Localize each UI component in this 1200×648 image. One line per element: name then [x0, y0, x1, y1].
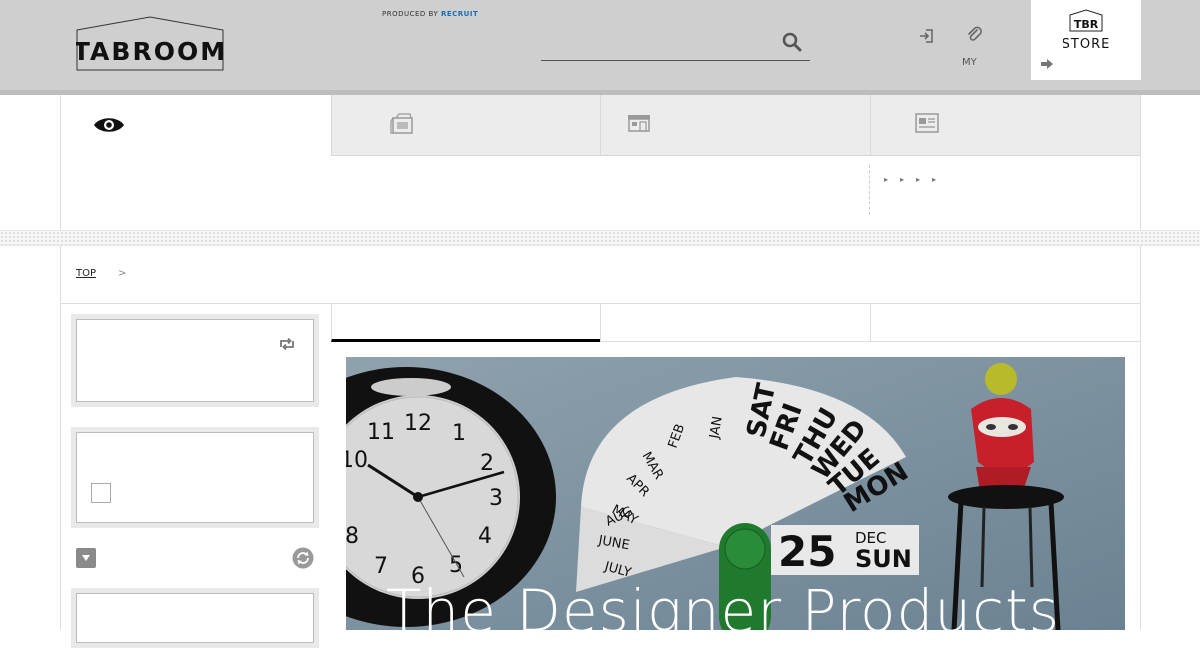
- sidebar-panel-2: [71, 427, 319, 528]
- sidebar-panel-3: [71, 588, 319, 648]
- subnav-arrow-icon[interactable]: ▸: [932, 175, 936, 184]
- produced-by: PRODUCED BY RECRUIT: [382, 10, 478, 18]
- hero-title: The Designer Products: [386, 577, 1060, 630]
- sidebar-panel-3-inner: [76, 593, 314, 643]
- my-link[interactable]: MY: [962, 57, 977, 68]
- svg-text:10: 10: [346, 448, 368, 473]
- dotted-divider: [0, 230, 1200, 246]
- paperclip-icon[interactable]: [966, 26, 984, 44]
- retweet-icon[interactable]: [278, 337, 296, 351]
- search-bar: [541, 25, 810, 61]
- search-input[interactable]: [541, 29, 771, 57]
- sidebar-panel-2-inner: [76, 432, 314, 523]
- nav-tab-3[interactable]: [870, 95, 1140, 156]
- subnav-separator: [869, 165, 870, 215]
- svg-text:1: 1: [452, 421, 466, 446]
- nav-tab-2[interactable]: [600, 95, 870, 156]
- newspaper-icon: [390, 113, 413, 134]
- article-icon: [915, 113, 939, 133]
- svg-text:7: 7: [374, 554, 388, 579]
- svg-text:SUN: SUN: [855, 545, 912, 573]
- main-tab-2[interactable]: [600, 304, 870, 342]
- sidebar-panel-1: [71, 314, 319, 407]
- svg-text:2: 2: [480, 451, 494, 476]
- svg-text:11: 11: [367, 420, 395, 445]
- breadcrumb-top-link[interactable]: TOP: [76, 268, 96, 279]
- store-logo[interactable]: TBR STORE: [1062, 9, 1109, 53]
- reload-icon[interactable]: [292, 547, 314, 569]
- main-tab-1[interactable]: [331, 304, 601, 342]
- recruit-brand: RECRUIT: [440, 10, 479, 18]
- login-icon[interactable]: [918, 28, 934, 44]
- subnav-arrow-icon[interactable]: ▸: [884, 175, 888, 184]
- sidebar-panel-1-inner: [76, 319, 314, 402]
- breadcrumb: [61, 246, 1140, 304]
- logo-text: TABROOM: [76, 37, 224, 66]
- subnav-links: ▸ ▸ ▸ ▸: [884, 175, 936, 184]
- filter-checkbox[interactable]: [91, 483, 111, 503]
- subnav-arrow-icon[interactable]: ▸: [916, 175, 920, 184]
- svg-text:4: 4: [478, 524, 492, 549]
- svg-text:3: 3: [489, 486, 503, 511]
- main-tab-3[interactable]: [870, 304, 1140, 342]
- store-logo-text: TBR: [1074, 18, 1099, 31]
- nav-tab-1[interactable]: [331, 95, 601, 156]
- svg-text:25: 25: [778, 527, 836, 576]
- subnav-arrow-icon[interactable]: ▸: [900, 175, 904, 184]
- arrow-right-icon[interactable]: [1040, 58, 1054, 70]
- store-label: STORE: [1063, 37, 1109, 52]
- eye-icon: [94, 118, 124, 132]
- breadcrumb-separator: >: [118, 268, 127, 279]
- tabroom-logo[interactable]: TABROOM: [76, 16, 224, 71]
- svg-text:5: 5: [449, 553, 463, 578]
- triangle-down-icon: [82, 555, 90, 561]
- hero-banner[interactable]: 12 1 2 3 4 5 6 7 8 10 11 AUG JULY JUNE M…: [346, 357, 1125, 630]
- svg-text:12: 12: [404, 411, 432, 436]
- svg-text:8: 8: [346, 524, 359, 549]
- dropdown-toggle[interactable]: [76, 548, 96, 568]
- shop-icon: [628, 115, 650, 132]
- search-icon[interactable]: [782, 32, 802, 52]
- produced-by-label: PRODUCED BY: [382, 10, 439, 18]
